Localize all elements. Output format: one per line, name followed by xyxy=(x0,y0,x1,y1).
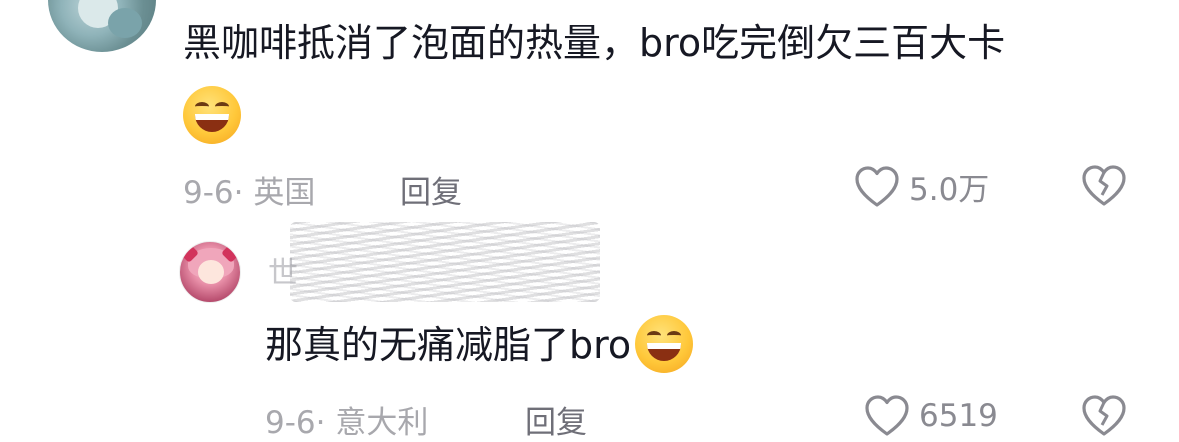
comment-text: 黑咖啡抵消了泡面的热量，bro吃完倒欠三百大卡 xyxy=(183,21,1006,65)
comment-meta: 9-6· 英国 xyxy=(183,167,315,212)
grinning-face-icon xyxy=(635,314,694,373)
like-count: 6519 xyxy=(919,398,998,434)
like-button[interactable]: 5.0万 xyxy=(853,164,989,209)
reply-location: 意大利 xyxy=(335,405,429,441)
grinning-face-icon xyxy=(183,86,241,144)
reply-button[interactable]: 回复 xyxy=(525,397,587,442)
heart-outline-icon xyxy=(855,165,899,207)
reply-text-content: 那真的无痛减脂了bro xyxy=(265,323,632,367)
replier-avatar[interactable] xyxy=(179,241,241,303)
dislike-button[interactable] xyxy=(1080,394,1128,442)
reply-date: 9-6 xyxy=(265,405,316,441)
reply-text: 那真的无痛减脂了bro xyxy=(265,314,694,373)
reply-meta: 9-6· 意大利 xyxy=(265,397,428,442)
dislike-button[interactable] xyxy=(1080,164,1128,212)
broken-heart-outline-icon xyxy=(1082,395,1126,436)
commenter-avatar[interactable] xyxy=(48,0,156,52)
meta-separator: · xyxy=(315,405,326,441)
comment-thread: 黑咖啡抵消了泡面的热量，bro吃完倒欠三百大卡 9-6· 英国 回复 5.0万 … xyxy=(0,0,1179,442)
meta-separator: · xyxy=(233,175,244,211)
comment-location: 英国 xyxy=(253,175,316,211)
like-count: 5.0万 xyxy=(909,172,990,208)
broken-heart-outline-icon xyxy=(1082,165,1126,206)
like-button[interactable]: 6519 xyxy=(863,394,998,438)
heart-outline-icon xyxy=(865,395,909,436)
comment-date: 9-6 xyxy=(183,175,234,211)
username-redaction xyxy=(290,222,600,302)
reply-button[interactable]: 回复 xyxy=(400,167,462,212)
